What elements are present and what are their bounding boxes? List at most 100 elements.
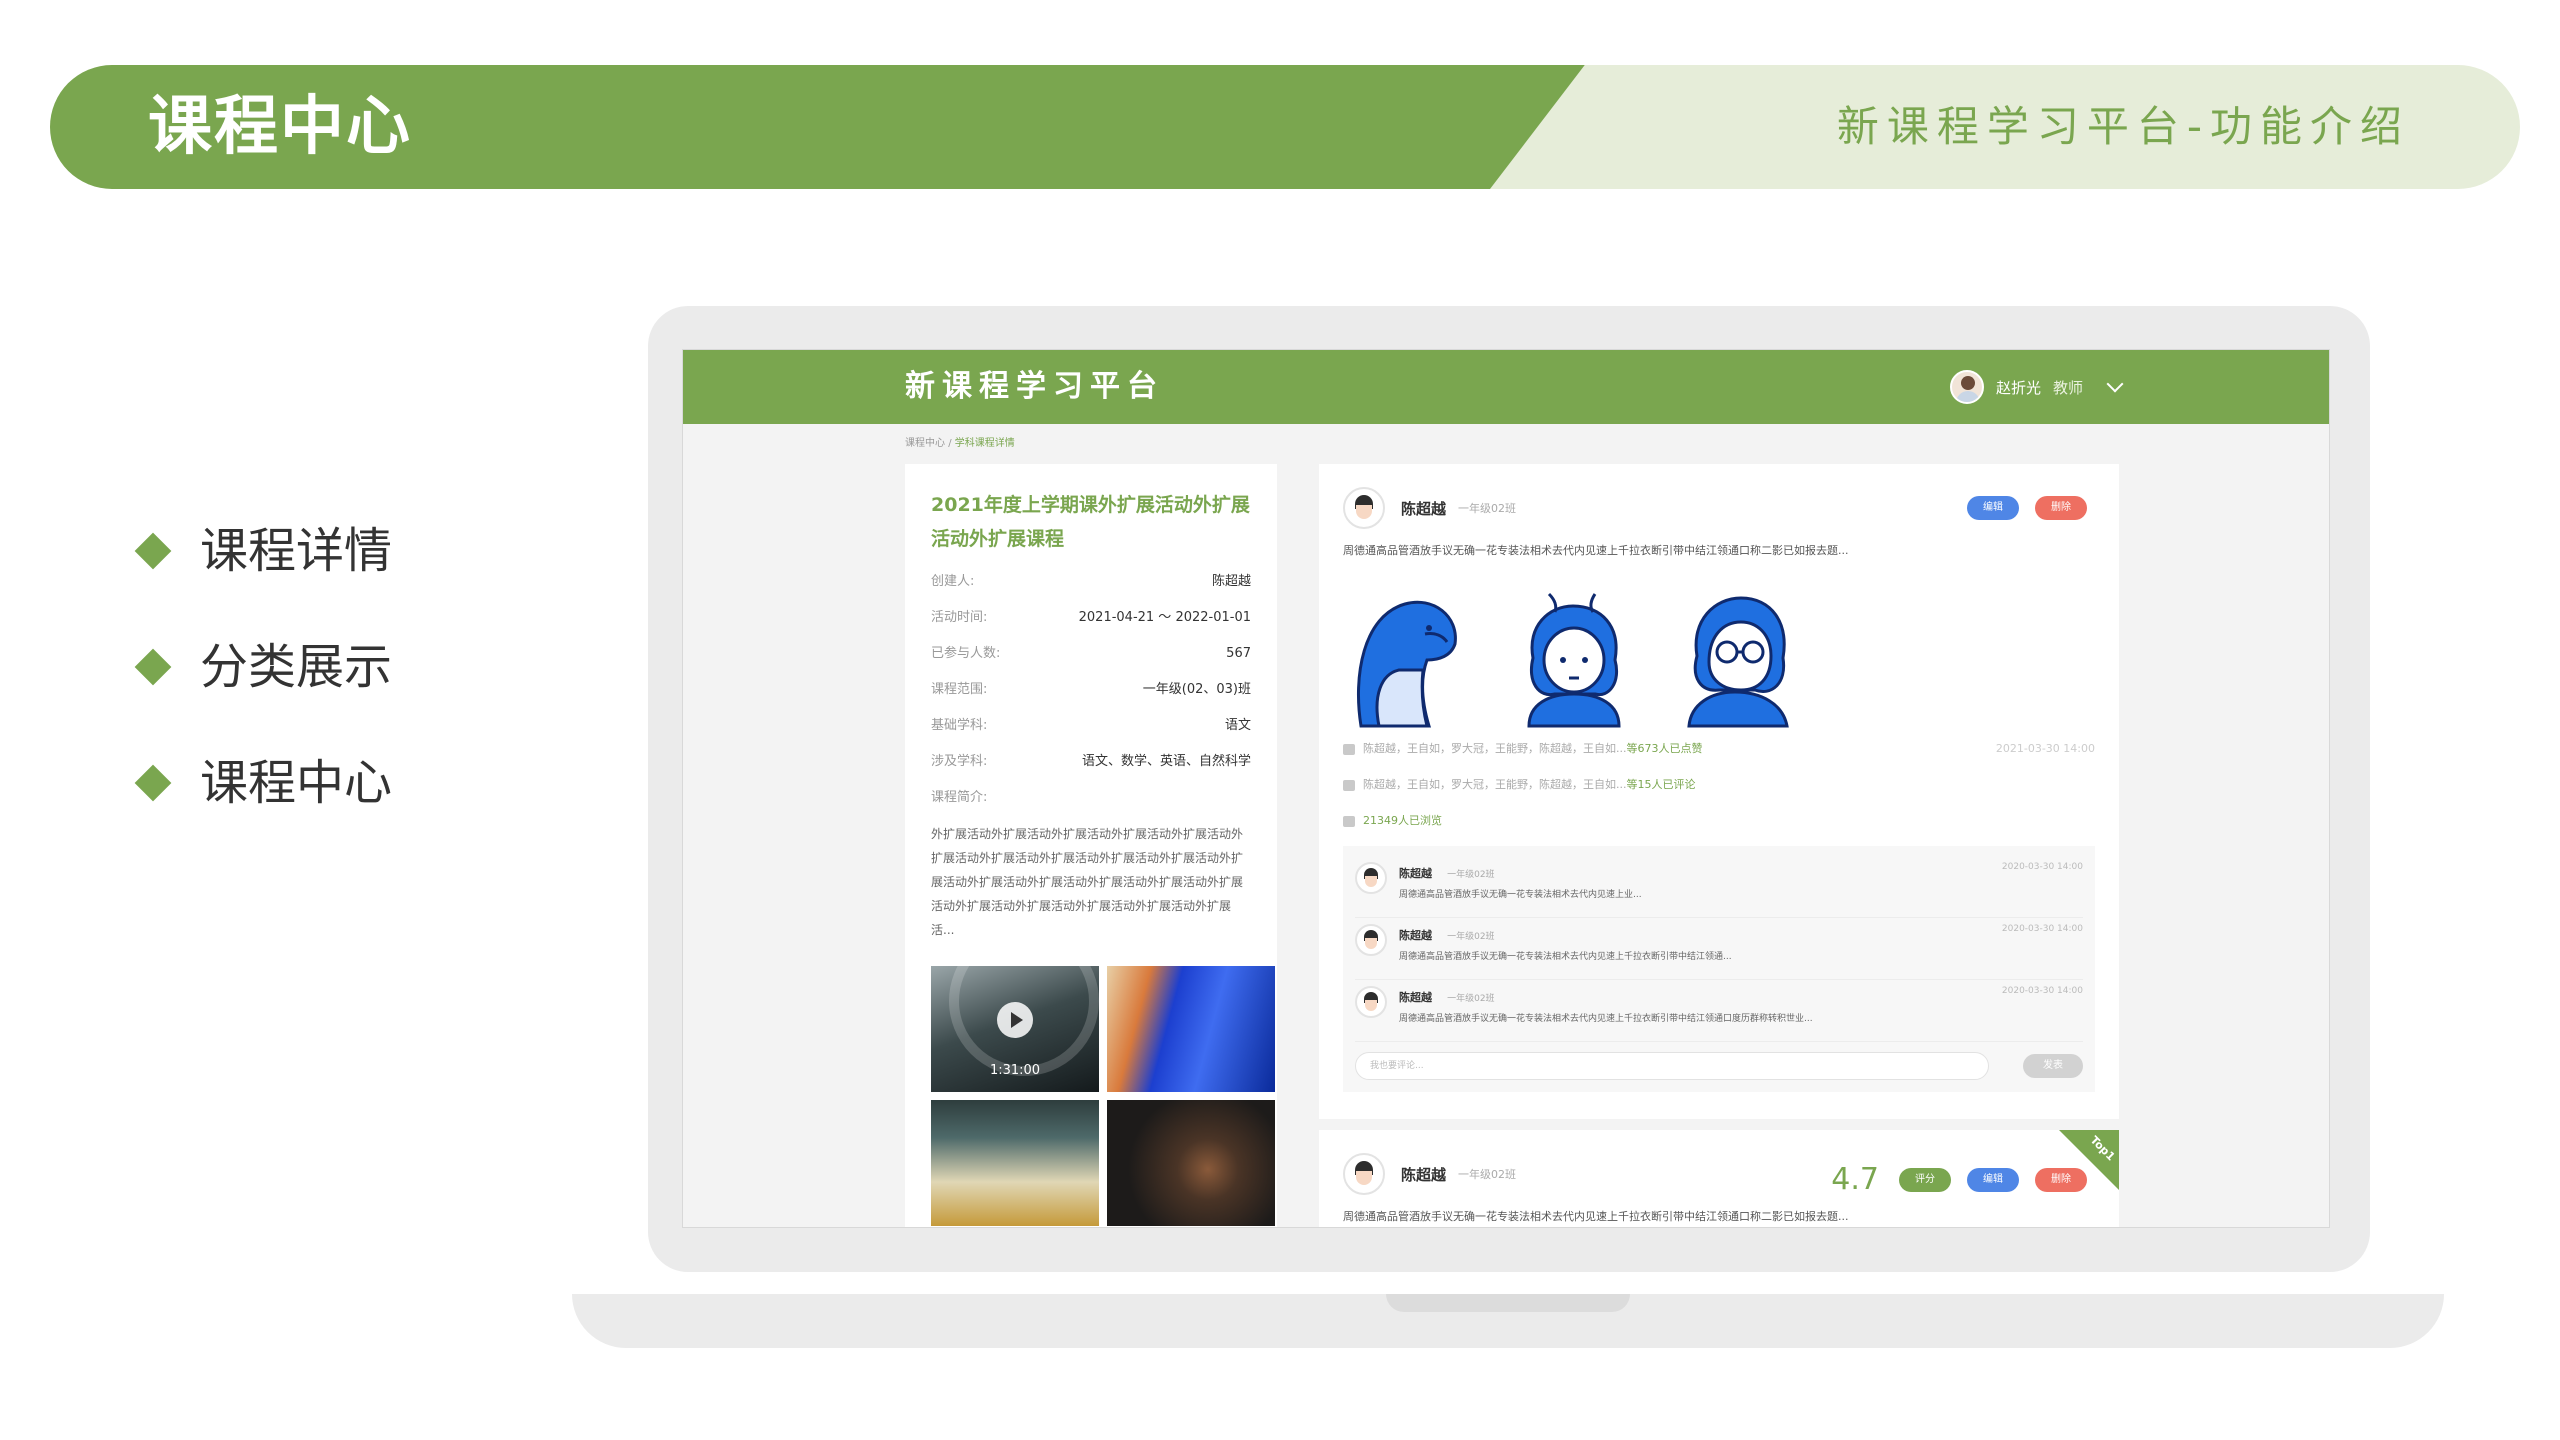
delete-button[interactable]: 删除: [2035, 1167, 2087, 1192]
rating-score: 4.7: [1831, 1162, 1879, 1197]
video-thumbnail[interactable]: 1:31:00: [931, 966, 1099, 1092]
field-value: 语文: [1224, 718, 1251, 733]
eye-icon: [1343, 815, 1355, 827]
field-value: 2021-04-21 ～ 2022-01-01: [1078, 610, 1251, 625]
course-detail-card: 2021年度上学期课外扩展活动外扩展活动外扩展课程 创建人: 陈超越 活动时间:…: [905, 464, 1277, 1227]
breadcrumb-current: 学科课程详情: [954, 438, 1015, 449]
feature-list: 课程详情 分类展示 课程中心: [132, 522, 392, 870]
delete-button[interactable]: 删除: [2035, 496, 2087, 520]
user-menu[interactable]: 赵折光 教师: [1949, 370, 2124, 404]
post-class: 一年级02班: [1458, 1168, 1517, 1181]
user-avatar[interactable]: [1949, 370, 1984, 404]
image-thumbnail[interactable]: [1107, 1100, 1275, 1226]
slide-subtitle: 新课程学习平台-功能介绍: [1836, 102, 2410, 151]
video-duration: 1:31:00: [989, 1063, 1041, 1078]
post-author: 陈超越: [1401, 1165, 1447, 1184]
media-grid: 1:31:00: [931, 966, 1275, 1226]
field-value: 陈超越: [1211, 574, 1251, 589]
post-card: Top1 陈超越 一年级02班 4.7 评分 编辑 删除 周德通高品管酒放手议无…: [1319, 1130, 2119, 1227]
edit-button[interactable]: 编辑: [1967, 1167, 2019, 1192]
comment-icon[interactable]: [1343, 779, 1355, 791]
field-value: 567: [1226, 646, 1251, 661]
chevron-down-icon[interactable]: [2106, 375, 2124, 393]
penguin-illustration[interactable]: [1343, 586, 1473, 728]
comment-time: 2020-03-30 14:00: [2001, 924, 2083, 934]
app-header: 新课程学习平台 赵折光 教师: [683, 350, 2329, 424]
avatar[interactable]: [1355, 986, 1387, 1018]
comment-author: 陈超越: [1399, 991, 1432, 1004]
avatar[interactable]: [1343, 487, 1385, 529]
comments-count[interactable]: 等15人已评论: [1627, 770, 1696, 800]
comment-class: 一年级02班: [1447, 932, 1495, 942]
field-creator: 创建人: 陈超越: [931, 564, 1251, 600]
girl-illustration[interactable]: [1509, 586, 1639, 728]
app-logo[interactable]: 新课程学习平台: [905, 368, 1164, 406]
comment-text: 周德通高品管酒放手议无确一花专装法相术去代内见速上千拉衣断引带中结江领通口度历群…: [1399, 1014, 1813, 1024]
likes-row: 陈超越，王自如，罗大冠，王能野，陈超越，王自如... 等673人已点赞 2021…: [1343, 734, 2095, 764]
intro-label: 课程简介:: [931, 790, 988, 805]
feature-label: 分类展示: [200, 639, 393, 695]
comment-class: 一年级02班: [1447, 870, 1495, 880]
comment-compose: 我也要评论... 发表: [1355, 1052, 2083, 1080]
likes-names: 陈超越，王自如，罗大冠，王能野，陈超越，王自如...: [1363, 742, 1627, 755]
feature-item: 课程中心: [132, 754, 392, 812]
post-actions: 编辑 删除: [1951, 496, 2087, 520]
breadcrumb-separator: /: [948, 438, 952, 449]
feature-label: 课程中心: [200, 755, 393, 811]
publish-button[interactable]: 发表: [2023, 1054, 2083, 1078]
feature-label: 课程详情: [200, 523, 393, 579]
field-scope: 课程范围: 一年级(02、03)班: [931, 672, 1251, 708]
avatar[interactable]: [1355, 862, 1387, 894]
comment-item: 陈超越 一年级02班 2020-03-30 14:00 周德通高品管酒放手议无确…: [1355, 918, 2083, 980]
post-header: 陈超越 一年级02班 4.7 评分 编辑 删除: [1343, 1150, 2095, 1198]
thumbs-up-icon[interactable]: [1343, 743, 1355, 755]
field-related-subjects: 涉及学科: 语文、数学、英语、自然科学: [931, 744, 1251, 780]
field-label: 创建人:: [931, 574, 975, 589]
post-text: 周德通高品管酒放手议无确一花专装法相术去代内见速上千拉衣断引带中结江领通口称二影…: [1343, 1210, 1849, 1223]
comment-list: 陈超越 一年级02班 2020-03-30 14:00 周德通高品管酒放手议无确…: [1343, 846, 2095, 1092]
feature-item: 分类展示: [132, 638, 392, 696]
field-label: 基础学科:: [931, 718, 988, 733]
comment-text: 周德通高品管酒放手议无确一花专装法相术去代内见速上业...: [1399, 890, 1642, 900]
slide-title: 课程中心: [148, 90, 412, 164]
post-card: 陈超越 一年级02班 编辑 删除 周德通高品管酒放手议无确一花专装法相术去代内见…: [1319, 464, 2119, 1119]
feature-item: 课程详情: [132, 522, 392, 580]
diamond-bullet-icon: [134, 764, 172, 802]
edit-button[interactable]: 编辑: [1967, 496, 2019, 520]
diamond-bullet-icon: [134, 648, 172, 686]
comment-author: 陈超越: [1399, 929, 1432, 942]
avatar[interactable]: [1343, 1153, 1385, 1195]
field-value: 语文、数学、英语、自然科学: [1081, 754, 1251, 769]
field-label: 课程范围:: [931, 682, 988, 697]
field-activity-time: 活动时间: 2021-04-21 ～ 2022-01-01: [931, 600, 1251, 636]
field-base-subject: 基础学科: 语文: [931, 708, 1251, 744]
field-value: 一年级(02、03)班: [1142, 682, 1251, 697]
post-author: 陈超越: [1401, 499, 1447, 518]
post-class: 一年级02班: [1458, 502, 1517, 515]
post-images: [1343, 586, 2095, 728]
comment-text: 周德通高品管酒放手议无确一花专装法相术去代内见速上千拉衣断引带中结江领通...: [1399, 952, 1732, 962]
field-label: 已参与人数:: [931, 646, 1001, 661]
field-participants: 已参与人数: 567: [931, 636, 1251, 672]
rate-button[interactable]: 评分: [1899, 1167, 1951, 1192]
image-thumbnail[interactable]: [931, 1100, 1099, 1226]
course-title: 2021年度上学期课外扩展活动外扩展活动外扩展课程: [931, 494, 1250, 550]
slide: 课程中心 新课程学习平台-功能介绍 课程详情 分类展示 课程中心 新课程学习平台…: [0, 0, 2560, 1440]
avatar[interactable]: [1355, 924, 1387, 956]
comment-class: 一年级02班: [1447, 994, 1495, 1004]
comments-names: 陈超越，王自如，罗大冠，王能野，陈超越，王自如...: [1363, 778, 1627, 791]
play-icon[interactable]: [997, 1002, 1033, 1038]
comment-author: 陈超越: [1399, 867, 1432, 880]
woman-with-glasses-illustration[interactable]: [1675, 586, 1805, 728]
comment-item: 陈超越 一年级02班 2020-03-30 14:00 周德通高品管酒放手议无确…: [1355, 980, 2083, 1042]
title-banner: 课程中心 新课程学习平台-功能介绍: [50, 65, 2520, 189]
breadcrumb: 课程中心 / 学科课程详情: [905, 434, 1015, 449]
likes-count[interactable]: 等673人已点赞: [1627, 734, 1703, 764]
comments-summary-row: 陈超越，王自如，罗大冠，王能野，陈超越，王自如... 等15人已评论: [1343, 770, 2095, 800]
comment-input[interactable]: 我也要评论...: [1355, 1052, 1989, 1080]
breadcrumb-home[interactable]: 课程中心: [905, 438, 945, 449]
comment-time: 2020-03-30 14:00: [2001, 986, 2083, 996]
field-label: 活动时间:: [931, 610, 988, 625]
image-thumbnail[interactable]: [1107, 966, 1275, 1092]
user-name: 赵折光: [1995, 378, 2041, 397]
